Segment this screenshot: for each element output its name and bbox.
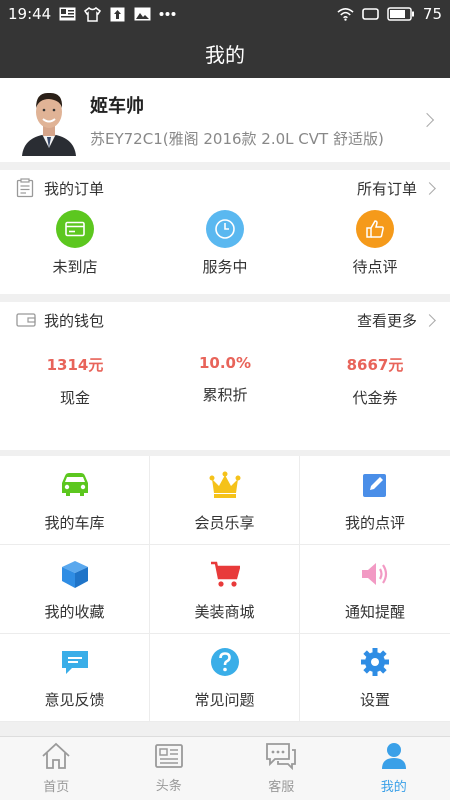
tab-label: 我的	[380, 780, 407, 795]
profile-car: 苏EY72C1(雅阁 2016款 2.0L CVT 舒适版)	[90, 129, 384, 148]
wallet-label: 现金	[59, 389, 90, 407]
upload-icon	[109, 7, 126, 22]
menu-item-favorites[interactable]: 我的收藏	[0, 545, 150, 634]
thumbs-up-icon	[356, 210, 394, 248]
edit-icon	[358, 468, 392, 502]
wallet-label: 累积折	[202, 386, 248, 404]
menu-label: 会员乐享	[194, 513, 255, 532]
car-icon	[58, 468, 92, 502]
wallet-value: 1314元	[46, 356, 104, 374]
menu-item-membership[interactable]: 会员乐享	[150, 456, 300, 545]
home-icon	[41, 742, 71, 774]
order-to-review[interactable]: 待点评	[300, 210, 450, 277]
menu-item-notifications[interactable]: 通知提醒	[300, 545, 450, 634]
page-header: 我的	[0, 28, 450, 78]
menu-item-settings[interactable]: 设置	[300, 634, 450, 722]
wifi-icon	[337, 7, 354, 22]
menu-label: 常见问题	[194, 691, 255, 709]
news-icon	[154, 743, 184, 773]
service-chat-icon	[265, 742, 297, 774]
more-dots-icon	[159, 7, 176, 22]
bottom-tab-bar: 首页 头条 客服 我的	[0, 736, 450, 800]
avatar	[18, 84, 80, 156]
clock-icon	[206, 210, 244, 248]
question-icon	[208, 645, 242, 679]
status-bar: 19:44 75	[0, 0, 450, 28]
all-orders-label: 所有订单	[356, 179, 417, 198]
orders-header: 我的订单 所有订单	[0, 170, 450, 206]
all-orders-link[interactable]: 所有订单	[356, 178, 436, 199]
menu-grid: 我的车库 会员乐享 我的点评 我的收藏 美装商城 通知提醒 意见反馈 常见问题 …	[0, 456, 450, 722]
crown-icon	[208, 468, 242, 502]
profile-name: 姬车帅	[90, 95, 144, 117]
menu-label: 我的点评	[344, 513, 405, 532]
status-time: 19:44	[8, 5, 52, 23]
chat-icon	[58, 645, 92, 679]
wallet-label: 代金券	[352, 389, 398, 407]
wallet-cash[interactable]: 1314元 现金	[0, 354, 150, 408]
orders-title: 我的订单	[44, 179, 105, 198]
menu-label: 通知提醒	[344, 602, 405, 621]
menu-label: 我的收藏	[44, 602, 105, 621]
menu-label: 我的车库	[44, 513, 105, 532]
page-title: 我的	[205, 42, 245, 67]
user-icon	[380, 742, 408, 774]
menu-item-shop[interactable]: 美装商城	[150, 545, 300, 634]
card-icon	[56, 210, 94, 248]
tab-home[interactable]: 首页	[0, 737, 113, 800]
wallet-discount[interactable]: 10.0% 累积折	[150, 354, 300, 408]
orders-card: 我的订单 所有订单 未到店 服务中 待点评	[0, 170, 450, 294]
cube-icon	[58, 557, 92, 591]
menu-item-my-reviews[interactable]: 我的点评	[300, 456, 450, 545]
order-label: 服务中	[202, 258, 248, 276]
order-label: 待点评	[352, 258, 398, 276]
wallet-title: 我的钱包	[44, 311, 105, 330]
tab-mine[interactable]: 我的	[338, 737, 450, 800]
tab-label: 客服	[268, 780, 295, 795]
gear-icon	[358, 645, 392, 679]
menu-label: 设置	[359, 691, 390, 709]
menu-item-faq[interactable]: 常见问题	[150, 634, 300, 722]
tab-label: 头条	[155, 779, 182, 794]
view-more-link[interactable]: 查看更多	[356, 310, 436, 331]
clipboard-icon	[16, 178, 36, 198]
wallet-card: 我的钱包 查看更多 1314元 现金 10.0% 累积折 8667元 代金券	[0, 302, 450, 450]
battery-icon	[387, 7, 415, 22]
battery-level: 75	[422, 5, 442, 23]
tab-news[interactable]: 头条	[113, 737, 226, 800]
order-label: 未到店	[52, 258, 98, 276]
view-more-label: 查看更多	[356, 311, 417, 330]
menu-label: 美装商城	[194, 602, 255, 621]
chevron-right-icon	[423, 181, 436, 195]
wallet-icon	[16, 310, 36, 330]
image-icon	[134, 7, 151, 22]
tshirt-icon	[84, 6, 102, 22]
profile-card[interactable]: 姬车帅 苏EY72C1(雅阁 2016款 2.0L CVT 舒适版)	[0, 78, 450, 162]
screen-icon	[362, 7, 379, 22]
speaker-icon	[358, 557, 392, 591]
menu-item-garage[interactable]: 我的车库	[0, 456, 150, 545]
order-pending-arrival[interactable]: 未到店	[0, 210, 150, 277]
menu-item-feedback[interactable]: 意见反馈	[0, 634, 150, 722]
wallet-voucher[interactable]: 8667元 代金券	[300, 354, 450, 408]
wallet-header: 我的钱包 查看更多	[0, 302, 450, 338]
news-notification-icon	[59, 7, 76, 22]
wallet-value: 10.0%	[198, 354, 252, 372]
cart-icon	[208, 557, 242, 591]
menu-label: 意见反馈	[44, 691, 105, 709]
chevron-right-icon	[419, 112, 435, 128]
wallet-value: 8667元	[346, 356, 404, 374]
tab-label: 首页	[43, 780, 70, 795]
chevron-right-icon	[423, 313, 436, 327]
tab-service[interactable]: 客服	[225, 737, 338, 800]
order-in-service[interactable]: 服务中	[150, 210, 300, 277]
